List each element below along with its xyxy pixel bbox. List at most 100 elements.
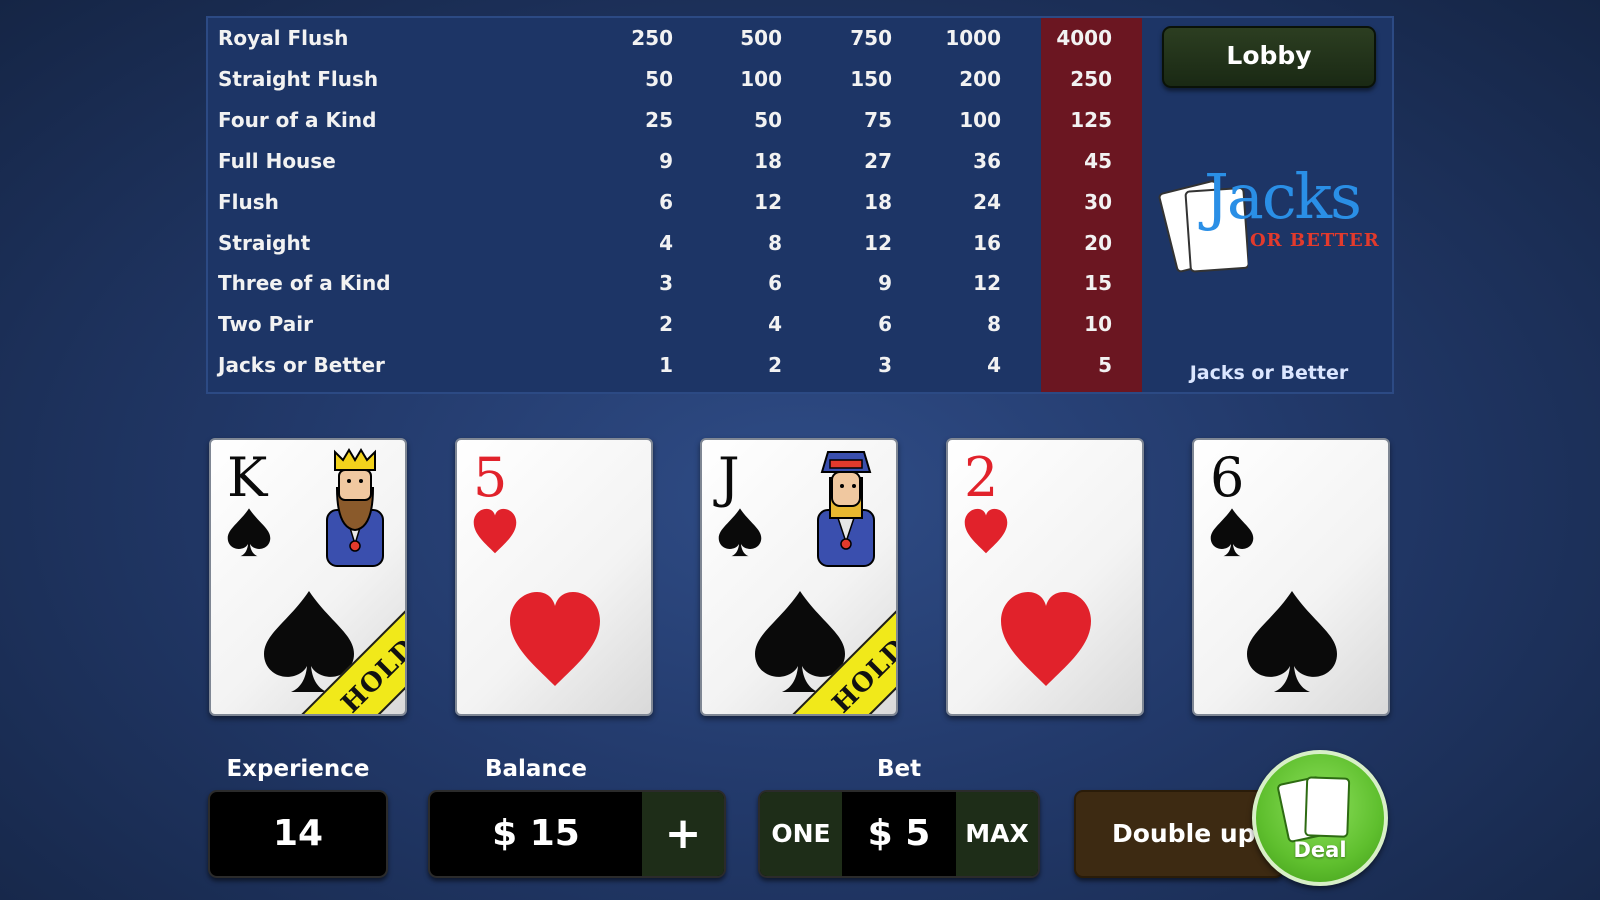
paytable-payout-3-coin: 750 bbox=[850, 26, 892, 50]
paytable-payout-3-coin: 27 bbox=[864, 148, 892, 173]
heart-center-icon bbox=[510, 592, 600, 686]
paytable-payout-2-coin: 4 bbox=[768, 312, 782, 337]
deal-label: Deal bbox=[1293, 838, 1347, 862]
paytable-row: Two Pair 2 4 6 8 10 bbox=[208, 304, 1142, 345]
paytable-payout-3-coin: 18 bbox=[864, 189, 892, 214]
experience-panel: 14 bbox=[208, 790, 388, 878]
paytable-payout-3-coin: 6 bbox=[878, 312, 892, 337]
spade-icon bbox=[718, 508, 762, 557]
paytable-payout-1-coin: 2 bbox=[659, 312, 673, 337]
bet-panel: ONE $ 5 MAX bbox=[758, 790, 1040, 878]
paytable-hand-name: Two Pair bbox=[218, 312, 313, 337]
paytable-hand-name: Full House bbox=[218, 148, 336, 173]
paytable-row: Straight 4 8 12 16 20 bbox=[208, 223, 1142, 264]
paytable-row: Straight Flush 50 100 150 200 250 bbox=[208, 59, 1142, 100]
spade-icon bbox=[227, 508, 271, 557]
paytable-row: Three of a Kind 3 6 9 12 15 bbox=[208, 263, 1142, 304]
card-3[interactable]: J HOLD bbox=[700, 438, 898, 716]
paytable-payout-5-coin: 10 bbox=[1084, 312, 1112, 337]
paytable-hand-name: Jacks or Better bbox=[218, 353, 385, 378]
paytable-payout-5-coin: 5 bbox=[1098, 353, 1112, 378]
bet-max-button[interactable]: MAX bbox=[956, 792, 1038, 876]
card-rank: K bbox=[227, 446, 268, 509]
paytable-payout-5-coin: 30 bbox=[1084, 189, 1112, 214]
paytable-payout-4-coin: 4 bbox=[987, 353, 1001, 378]
paytable-hand-name: Straight bbox=[218, 230, 311, 255]
paytable-payout-4-coin: 8 bbox=[987, 312, 1001, 337]
deal-button[interactable]: Deal bbox=[1252, 750, 1388, 886]
paytable-payout-3-coin: 9 bbox=[878, 271, 892, 296]
spade-center-icon bbox=[1247, 591, 1337, 692]
paytable-payout-1-coin: 250 bbox=[631, 26, 673, 50]
paytable: Royal Flush 250 500 750 1000 4000 Straight Flu… bbox=[206, 16, 1394, 394]
card-4[interactable]: 2 bbox=[946, 438, 1144, 716]
card-rank: J bbox=[718, 446, 740, 509]
bet-one-button[interactable]: ONE bbox=[760, 792, 842, 876]
balance-label: Balance bbox=[484, 756, 588, 782]
experience-value: 14 bbox=[272, 813, 324, 854]
logo-subtitle: OR BETTER bbox=[1250, 230, 1380, 251]
card-rank: 2 bbox=[964, 446, 999, 509]
paytable-payout-3-coin: 12 bbox=[864, 230, 892, 255]
paytable-payout-1-coin: 3 bbox=[659, 271, 673, 296]
card-rank: 6 bbox=[1210, 446, 1245, 509]
card-rank: 5 bbox=[473, 446, 508, 509]
paytable-payout-1-coin: 50 bbox=[645, 66, 673, 91]
paytable-payout-2-coin: 18 bbox=[754, 148, 782, 173]
heart-center-icon bbox=[1001, 592, 1091, 686]
card-2[interactable]: 5 bbox=[455, 438, 653, 716]
paytable-payout-2-coin: 100 bbox=[740, 66, 782, 91]
paytable-payout-3-coin: 3 bbox=[878, 353, 892, 378]
jack-portrait-icon bbox=[817, 451, 875, 567]
paytable-payout-5-coin: 4000 bbox=[1056, 26, 1112, 50]
balance-value: $ 15 bbox=[492, 813, 580, 854]
paytable-payout-1-coin: 25 bbox=[645, 107, 673, 132]
card-1[interactable]: K HOLD bbox=[209, 438, 407, 716]
paytable-payout-4-coin: 16 bbox=[973, 230, 1001, 255]
add-funds-button[interactable]: + bbox=[642, 792, 724, 876]
paytable-payout-2-coin: 8 bbox=[768, 230, 782, 255]
paytable-row: Royal Flush 250 500 750 1000 4000 bbox=[208, 18, 1142, 59]
paytable-row: Flush 6 12 18 24 30 bbox=[208, 182, 1142, 223]
paytable-payout-3-coin: 150 bbox=[850, 66, 892, 91]
paytable-hand-name: Royal Flush bbox=[218, 26, 349, 50]
paytable-row: Jacks or Better 1 2 3 4 5 bbox=[208, 345, 1142, 386]
paytable-payout-2-coin: 50 bbox=[754, 107, 782, 132]
paytable-payout-2-coin: 12 bbox=[754, 189, 782, 214]
card-5[interactable]: 6 bbox=[1192, 438, 1390, 716]
king-portrait-icon bbox=[326, 448, 384, 567]
bet-label: Bet bbox=[876, 756, 922, 782]
spade-icon bbox=[1210, 508, 1254, 557]
heart-icon bbox=[964, 508, 1008, 554]
paytable-payout-2-coin: 500 bbox=[740, 26, 782, 50]
paytable-payout-1-coin: 1 bbox=[659, 353, 673, 378]
lobby-button[interactable]: Lobby bbox=[1162, 26, 1376, 88]
deal-cards-icon bbox=[1277, 776, 1351, 843]
paytable-payout-4-coin: 100 bbox=[959, 107, 1001, 132]
paytable-payout-5-coin: 125 bbox=[1070, 107, 1112, 132]
bet-value: $ 5 bbox=[867, 813, 931, 854]
paytable-payout-1-coin: 9 bbox=[659, 148, 673, 173]
paytable-row: Full House 9 18 27 36 45 bbox=[208, 141, 1142, 182]
paytable-payout-5-coin: 45 bbox=[1084, 148, 1112, 173]
paytable-row: Four of a Kind 25 50 75 100 125 bbox=[208, 100, 1142, 141]
paytable-payout-3-coin: 75 bbox=[864, 107, 892, 132]
paytable-hand-name: Three of a Kind bbox=[218, 271, 391, 296]
paytable-hand-name: Flush bbox=[218, 189, 279, 214]
experience-label: Experience bbox=[226, 756, 370, 782]
paytable-payout-4-coin: 36 bbox=[973, 148, 1001, 173]
paytable-payout-5-coin: 15 bbox=[1084, 271, 1112, 296]
paytable-hand-name: Straight Flush bbox=[218, 66, 379, 91]
paytable-payout-2-coin: 2 bbox=[768, 353, 782, 378]
paytable-payout-4-coin: 1000 bbox=[945, 26, 1001, 50]
paytable-payout-2-coin: 6 bbox=[768, 271, 782, 296]
paytable-payout-4-coin: 12 bbox=[973, 271, 1001, 296]
paytable-hand-name: Four of a Kind bbox=[218, 107, 377, 132]
jacks-or-better-logo: Jacks OR BETTER bbox=[1158, 160, 1380, 278]
paytable-payout-5-coin: 20 bbox=[1084, 230, 1112, 255]
game-name-caption: Jacks or Better bbox=[1189, 362, 1349, 384]
paytable-payout-4-coin: 200 bbox=[959, 66, 1001, 91]
logo-word: Jacks bbox=[1204, 160, 1362, 233]
paytable-payout-1-coin: 4 bbox=[659, 230, 673, 255]
paytable-payout-4-coin: 24 bbox=[973, 189, 1001, 214]
